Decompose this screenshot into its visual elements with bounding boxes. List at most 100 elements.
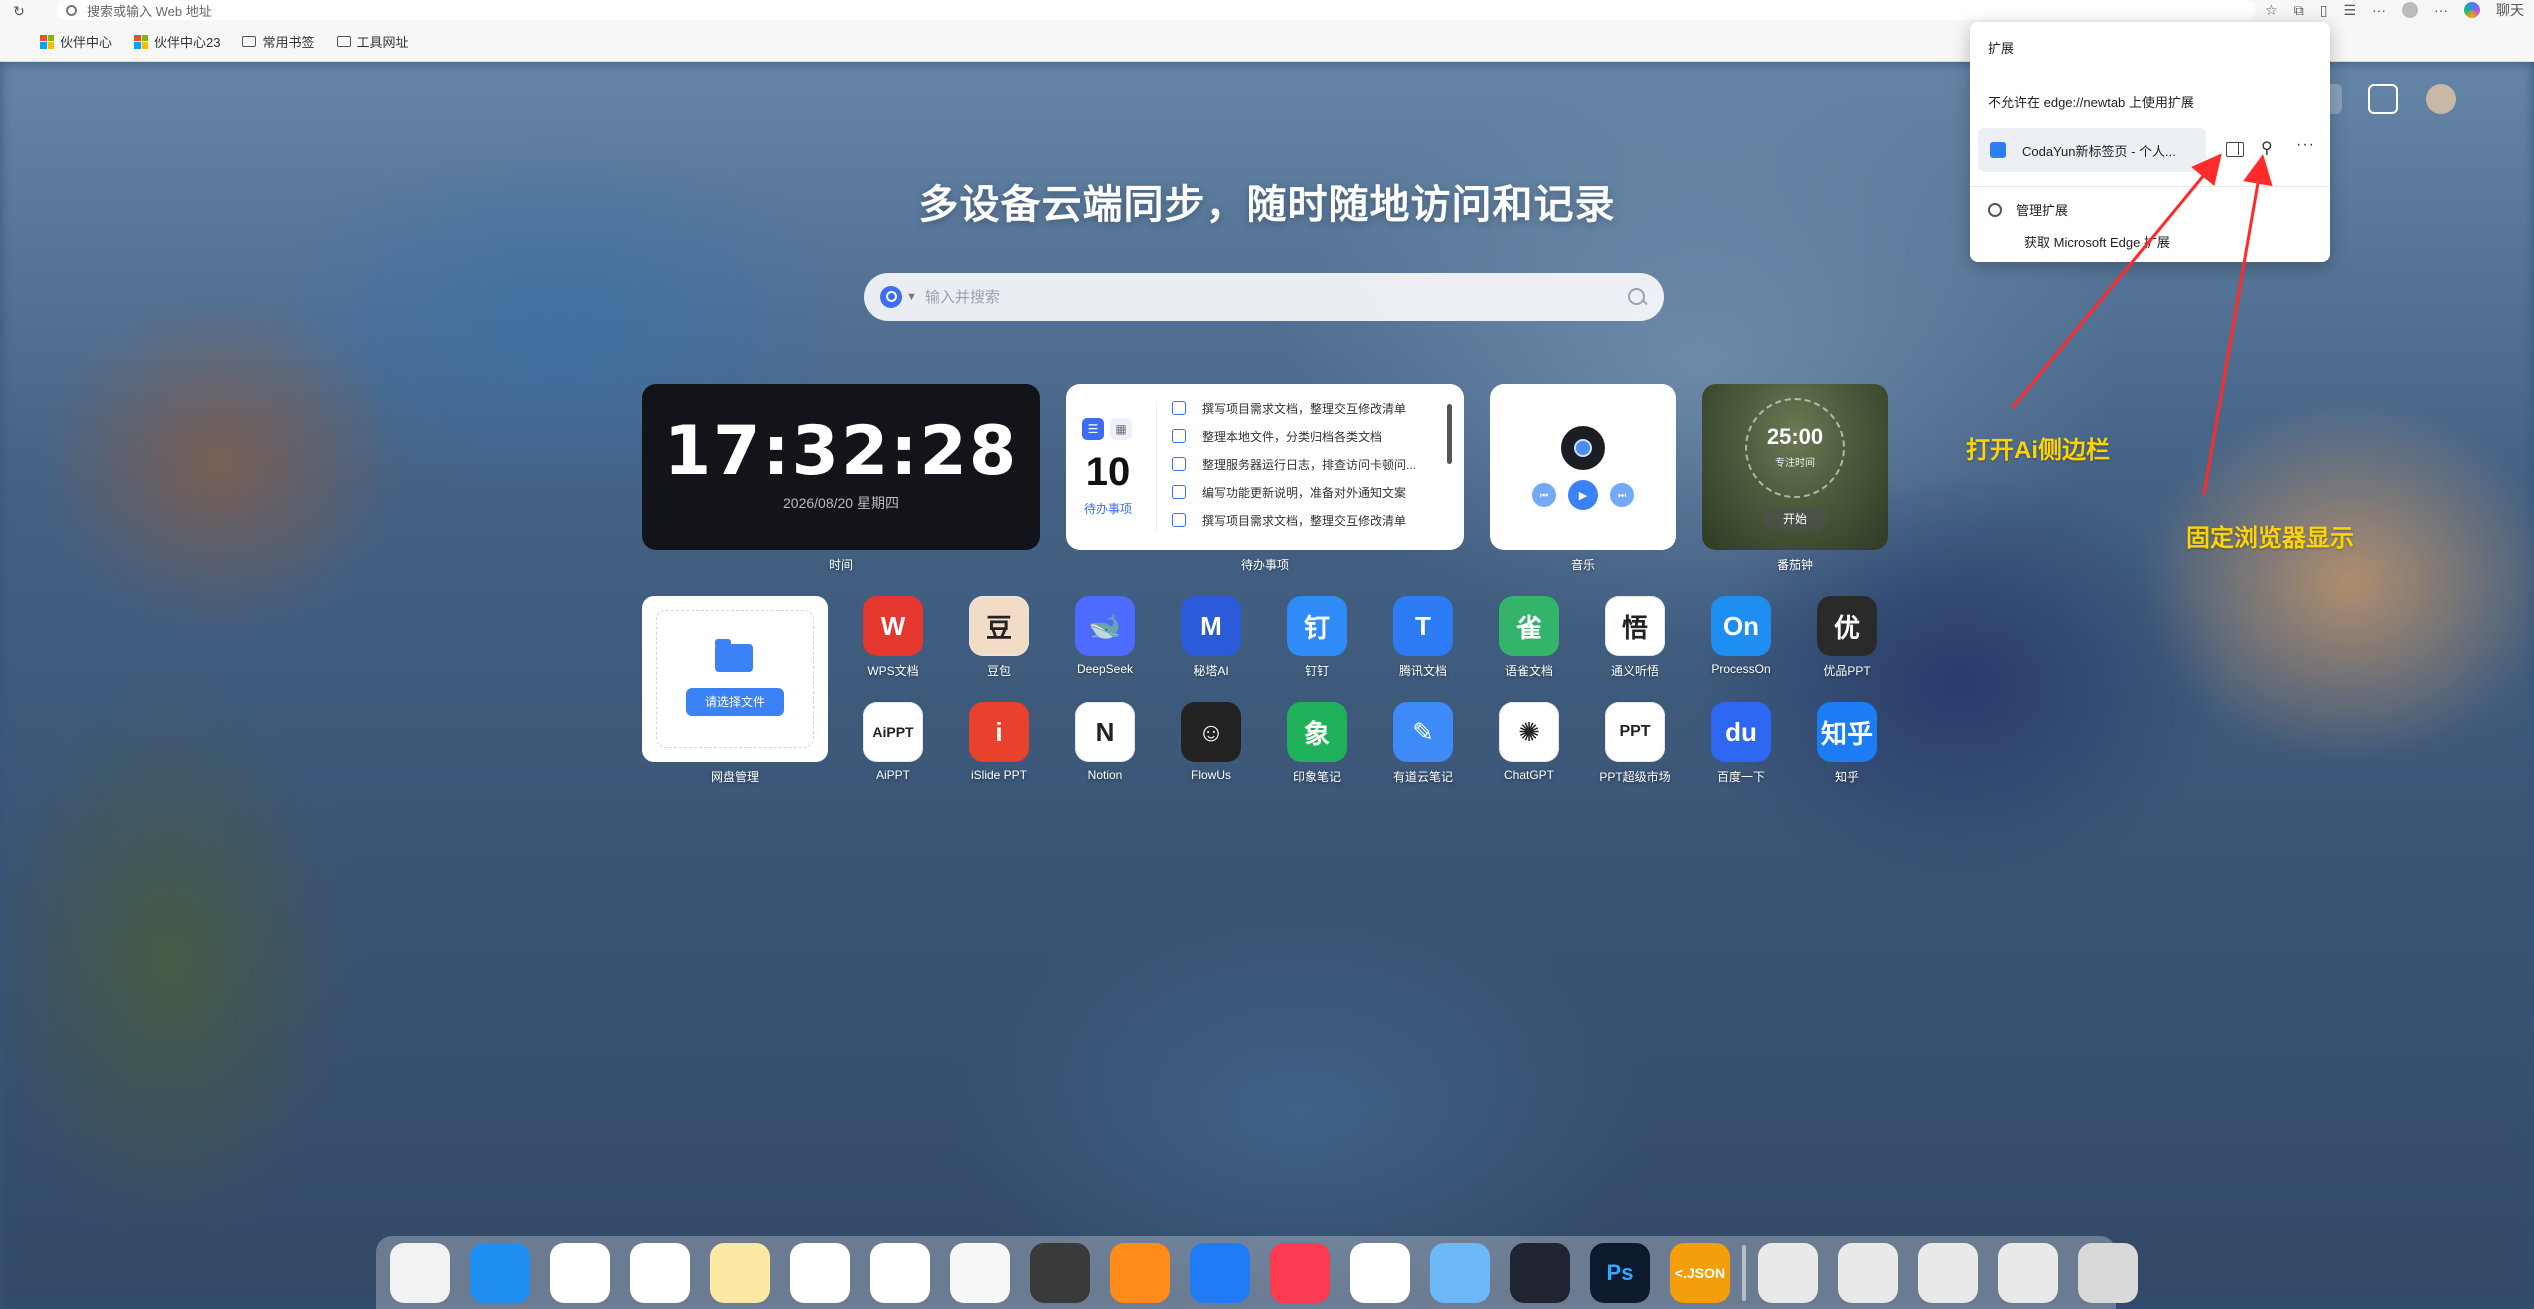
dock-add-icon[interactable] — [1758, 1242, 1818, 1303]
copilot-icon[interactable] — [2464, 2, 2480, 18]
app-shortcut[interactable]: On ProcessOn — [1696, 596, 1786, 676]
split-icon[interactable]: ▯ — [2320, 2, 2328, 19]
todo-item[interactable]: 编写功能更新说明，准备对外通知文案 — [1172, 478, 1442, 506]
bookmark-partner-center[interactable]: 伙伴中心 — [40, 32, 112, 51]
bookmark-folder-common[interactable]: 常用书签 — [242, 32, 315, 51]
todo-item[interactable]: 撰写项目需求文档，整理交互修改清单 — [1172, 394, 1442, 422]
dock-clock-settings-icon[interactable] — [1998, 1242, 2058, 1303]
todo-checkbox[interactable] — [1172, 429, 1186, 443]
search-bar[interactable]: ▼ — [864, 273, 1664, 321]
dock-puzzle-icon[interactable] — [1838, 1242, 1898, 1303]
todo-item[interactable]: 撰写项目需求文档，整理交互修改清单 — [1172, 506, 1442, 534]
dock: Ps <.JSON — [376, 1236, 2138, 1309]
todo-checkbox[interactable] — [1172, 457, 1186, 471]
app-shortcut[interactable]: ☺ FlowUs — [1166, 702, 1256, 782]
app-shortcut[interactable]: 豆豆包 — [954, 596, 1044, 679]
todo-widget: ☰ ▦ 10 待办事项 撰写项目需求文档，整理交互修改清单 整理本地文件，分类归… — [1066, 384, 1464, 550]
app-shortcut[interactable]: W WPS文档 — [848, 596, 938, 679]
more-icon-2[interactable]: ··· — [2434, 2, 2448, 18]
dock-icloud-icon[interactable] — [550, 1242, 610, 1303]
dock-reminders-icon[interactable] — [790, 1242, 850, 1303]
dock-music-icon[interactable] — [1270, 1242, 1330, 1303]
more-icon[interactable]: ··· — [2296, 136, 2315, 154]
previous-icon[interactable]: ⏮ — [1532, 483, 1556, 507]
search-icon — [66, 4, 77, 16]
app-shortcut[interactable]: AiPPT AiPPT — [848, 702, 938, 782]
todo-item[interactable]: 整理本地文件，分类归档各类文档 — [1172, 422, 1442, 450]
dock-alarm-icon[interactable] — [1110, 1242, 1170, 1303]
address-bar[interactable]: 搜索或输入 Web 地址 — [56, 0, 2256, 20]
todo-checkbox[interactable] — [1172, 485, 1186, 499]
app-shortcut[interactable]: du 百度一下 — [1696, 702, 1786, 785]
chat-label[interactable]: 聊天 — [2496, 0, 2524, 20]
extension-name[interactable]: CodaYun新标签页 - 个人... — [2022, 141, 2176, 160]
sidebar-toggle-icon[interactable] — [2368, 84, 2398, 114]
pomodoro-start-button[interactable]: 开始 — [1764, 508, 1826, 530]
app-icon: PPT — [1605, 702, 1665, 762]
todo-scrollbar[interactable] — [1447, 404, 1452, 464]
app-icon: ☺ — [1181, 702, 1241, 762]
chevron-down-icon[interactable]: ▼ — [906, 291, 917, 303]
app-shortcut[interactable]: 悟通义听悟 — [1590, 596, 1680, 679]
app-shortcut[interactable]: 象印象笔记 — [1272, 702, 1362, 785]
app-shortcut[interactable]: ✺ ChatGPT — [1484, 702, 1574, 782]
dock-json-icon[interactable]: <.JSON — [1670, 1242, 1730, 1303]
dock-launchpad-icon[interactable] — [390, 1242, 450, 1303]
search-icon[interactable] — [1626, 286, 1648, 308]
todo-item[interactable]: 整理服务器运行日志，排查访问卡顿问... — [1172, 450, 1442, 478]
app-shortcut[interactable]: 知乎 知乎 — [1802, 702, 1892, 785]
app-shortcut[interactable]: T 腾讯文档 — [1378, 596, 1468, 679]
bookmark-folder-tools[interactable]: 工具网址 — [336, 32, 409, 51]
dock-dna-icon[interactable] — [1510, 1242, 1570, 1303]
app-shortcut[interactable]: 钉钉钉 — [1272, 596, 1362, 679]
app-shortcut[interactable]: ✎ 有道云笔记 — [1378, 702, 1468, 785]
extensions-popup: 扩展 不允许在 edge://newtab 上使用扩展 CodaYun新标签页 … — [1970, 22, 2330, 262]
app-shortcut[interactable]: M 秘塔AI — [1166, 596, 1256, 679]
netdisk-card[interactable]: 请选择文件 — [642, 596, 828, 762]
extensions-icon[interactable]: ⧉ — [2294, 2, 2304, 19]
user-avatar[interactable] — [2426, 84, 2456, 114]
dock-brush-icon[interactable] — [1918, 1242, 1978, 1303]
pin-icon[interactable]: ⚲ — [2261, 138, 2273, 158]
choose-file-button[interactable]: 请选择文件 — [686, 688, 784, 716]
app-shortcut[interactable]: i iSlide PPT — [954, 702, 1044, 782]
dock-app-store-icon[interactable] — [470, 1242, 530, 1303]
dock-pencil-icon[interactable] — [1430, 1242, 1490, 1303]
dock-photoshop-icon[interactable]: Ps — [1590, 1242, 1650, 1303]
todo-checkbox[interactable] — [1172, 401, 1186, 415]
dock-photos-icon[interactable] — [630, 1242, 690, 1303]
dock-player-icon[interactable] — [1190, 1242, 1250, 1303]
play-icon[interactable]: ▶ — [1568, 480, 1598, 510]
app-shortcut[interactable]: N Notion — [1060, 702, 1150, 782]
open-sidebar-icon[interactable] — [2226, 142, 2244, 157]
favorites-icon[interactable]: ☰ — [2343, 2, 2356, 19]
dock-calendar-icon[interactable] — [870, 1242, 930, 1303]
dock-settings-icon[interactable] — [2078, 1242, 2138, 1303]
extension-row[interactable]: CodaYun新标签页 - 个人... ⚲ ··· — [1978, 128, 2316, 172]
profile-avatar[interactable] — [2402, 2, 2418, 18]
app-name: WPS文档 — [867, 664, 919, 678]
next-icon[interactable]: ⏭ — [1610, 483, 1634, 507]
app-shortcut[interactable]: 优优品PPT — [1802, 596, 1892, 679]
get-extensions-link[interactable]: 获取 Microsoft Edge 扩展 — [2024, 232, 2170, 251]
refresh-icon[interactable]: ↻ — [6, 3, 32, 20]
more-icon[interactable]: ··· — [2372, 2, 2386, 18]
dock-notes-icon[interactable] — [710, 1242, 770, 1303]
manage-extensions-link[interactable]: 管理扩展 — [1988, 200, 2068, 219]
app-shortcut[interactable]: 🐋 DeepSeek — [1060, 596, 1150, 676]
folder-icon — [715, 639, 753, 672]
dock-safari-icon[interactable] — [1350, 1242, 1410, 1303]
dock-wallet-icon[interactable] — [1030, 1242, 1090, 1303]
search-input[interactable] — [924, 288, 1626, 306]
list-view-icon[interactable]: ☰ — [1082, 418, 1104, 440]
drop-zone[interactable] — [656, 610, 814, 748]
grid-view-icon[interactable]: ▦ — [1110, 418, 1132, 440]
dock-keychain-icon[interactable] — [950, 1242, 1010, 1303]
todo-checkbox[interactable] — [1172, 513, 1186, 527]
clock-widget[interactable]: 17:32:28 2026/08/20 星期四 — [642, 384, 1040, 550]
app-shortcut[interactable]: PPT PPT超级市场 — [1590, 702, 1680, 785]
search-engine-icon[interactable] — [880, 286, 902, 308]
app-shortcut[interactable]: 雀语雀文档 — [1484, 596, 1574, 679]
favorite-star-icon[interactable]: ☆ — [2265, 2, 2278, 19]
bookmark-partner-center-23[interactable]: 伙伴中心23 — [134, 32, 220, 51]
